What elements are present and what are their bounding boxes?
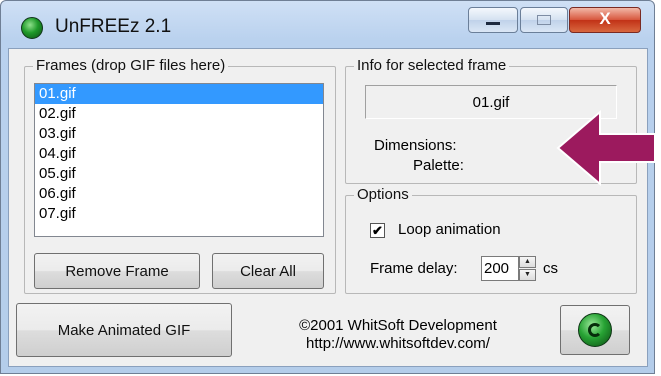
spin-down-icon[interactable]: ▼ <box>519 269 536 281</box>
options-group-label: Options <box>354 186 412 203</box>
minimize-icon <box>486 22 500 25</box>
close-button[interactable]: X <box>569 7 641 33</box>
frame-list-item[interactable]: 06.gif <box>35 184 323 204</box>
frames-listbox[interactable]: 01.gif 02.gif 03.gif 04.gif 05.gif 06.gif 07.g… <box>34 83 324 237</box>
dimensions-label: Dimensions: <box>374 137 457 154</box>
whitsoft-logo-icon <box>578 313 612 347</box>
frame-delay-label: Frame delay: <box>370 260 458 277</box>
frame-delay-input[interactable]: 200 <box>481 256 519 281</box>
left-arrow-icon <box>556 109 656 187</box>
frame-list-item[interactable]: 07.gif <box>35 204 323 224</box>
remove-frame-button[interactable]: Remove Frame <box>34 253 200 289</box>
frame-list-item[interactable]: 05.gif <box>35 164 323 184</box>
copyright-text: ©2001 WhitSoft Development http://www.wh… <box>259 317 537 353</box>
loop-animation-checkbox[interactable]: ✔ <box>370 223 385 238</box>
make-animated-gif-button[interactable]: Make Animated GIF <box>16 303 232 357</box>
frame-list-item[interactable]: 04.gif <box>35 144 323 164</box>
maximize-button[interactable] <box>520 7 568 33</box>
close-icon: X <box>599 9 611 28</box>
about-button[interactable] <box>560 305 630 355</box>
palette-label: Palette: <box>413 157 464 174</box>
loop-animation-label[interactable]: Loop animation <box>398 221 501 238</box>
frame-list-item[interactable]: 02.gif <box>35 104 323 124</box>
maximize-icon <box>537 15 551 25</box>
frame-delay-unit: cs <box>543 260 558 277</box>
app-logo-icon[interactable] <box>21 17 43 39</box>
clear-all-button[interactable]: Clear All <box>212 253 324 289</box>
client-area: Frames (drop GIF files here) 01.gif 02.gi… <box>8 48 648 367</box>
logo-swirl <box>588 323 602 337</box>
frames-group: Frames (drop GIF files here) 01.gif 02.gi… <box>24 57 336 294</box>
info-group-label: Info for selected frame <box>354 57 510 74</box>
frame-list-item[interactable]: 03.gif <box>35 124 323 144</box>
website-link: http://www.whitsoftdev.com/ <box>306 335 490 352</box>
options-group: Options ✔ Loop animation Frame delay: 20… <box>345 186 637 294</box>
window-title: UnFREEz 2.1 <box>55 16 172 37</box>
frame-list-item[interactable]: 01.gif <box>35 84 323 104</box>
frames-group-label: Frames (drop GIF files here) <box>33 57 229 74</box>
minimize-button[interactable] <box>468 7 518 33</box>
spin-up-icon[interactable]: ▲ <box>519 256 536 268</box>
copyright-line: ©2001 WhitSoft Development <box>299 317 497 334</box>
